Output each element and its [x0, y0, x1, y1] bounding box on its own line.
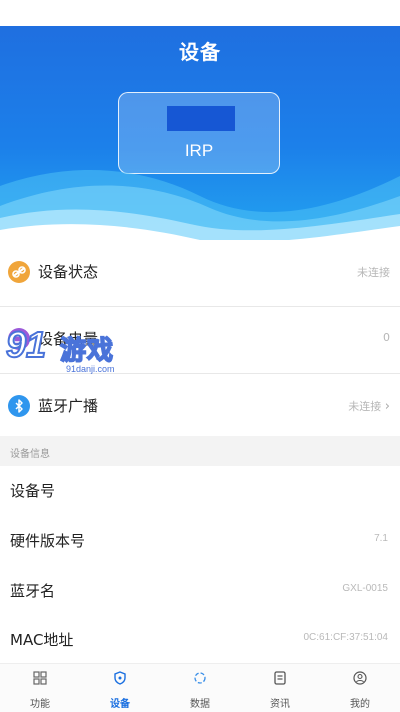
tab-label: 设备	[110, 699, 130, 710]
row-value: 0	[383, 331, 390, 344]
tab-label: 功能	[30, 699, 50, 710]
tab-news[interactable]: 资讯	[240, 664, 320, 712]
info-label: MAC地址	[10, 631, 74, 649]
tab-label: 资讯	[270, 699, 290, 710]
section-header: 设备信息	[0, 436, 400, 466]
grid-icon	[33, 671, 47, 685]
shield-icon	[114, 671, 126, 685]
row-label: 设备状态	[38, 263, 99, 281]
row-label: 蓝牙广播	[38, 397, 99, 415]
refresh-icon	[194, 672, 206, 684]
section-title: 设备信息	[10, 449, 50, 460]
header: 设备 IRP	[0, 26, 400, 246]
bluetooth-icon	[8, 395, 30, 417]
status-bar	[0, 0, 400, 26]
news-icon	[274, 671, 286, 685]
tab-profile[interactable]: 我的	[320, 664, 400, 712]
status-list: 设备状态 未连接 设备电量 0 蓝牙广播 未连接 ›	[0, 240, 400, 441]
info-row-hardware-version: 硬件版本号 7.1	[0, 516, 400, 564]
wave-decoration	[0, 169, 400, 246]
info-value: 7.1	[374, 533, 388, 544]
row-battery[interactable]: 设备电量 0	[0, 307, 400, 374]
info-row-mac-address: MAC地址 0C:61:CF:37:51:04	[0, 615, 400, 663]
row-label: 设备电量	[38, 330, 99, 348]
info-value: 0C:61:CF:37:51:04	[303, 632, 389, 643]
page-title: 设备	[179, 40, 221, 64]
row-bluetooth[interactable]: 蓝牙广播 未连接 ›	[0, 374, 400, 441]
info-label: 设备号	[10, 482, 56, 500]
link-icon	[8, 261, 30, 283]
chevron-right-icon: ›	[384, 399, 390, 414]
tab-label: 数据	[190, 699, 210, 710]
tab-data[interactable]: 数据	[160, 664, 240, 712]
row-value: 未连接 ›	[348, 398, 390, 414]
row-value-text: 未连接	[348, 400, 382, 413]
battery-icon	[8, 328, 30, 350]
row-device-status[interactable]: 设备状态 未连接	[0, 240, 400, 307]
row-value: 未连接	[357, 266, 390, 279]
tab-device[interactable]: 设备	[80, 664, 160, 712]
info-label: 硬件版本号	[10, 532, 86, 550]
info-row-bluetooth-name: 蓝牙名 GXL-0015	[0, 566, 400, 614]
info-value: GXL-0015	[342, 583, 388, 594]
user-icon	[353, 671, 367, 685]
info-row-device-id: 设备号	[0, 466, 400, 514]
tab-label: 我的	[350, 699, 370, 710]
bottom-tab-bar: 功能 设备 数据 资讯 我的	[0, 663, 400, 712]
info-label: 蓝牙名	[10, 582, 56, 600]
device-screen	[167, 106, 235, 131]
tab-functions[interactable]: 功能	[0, 664, 80, 712]
